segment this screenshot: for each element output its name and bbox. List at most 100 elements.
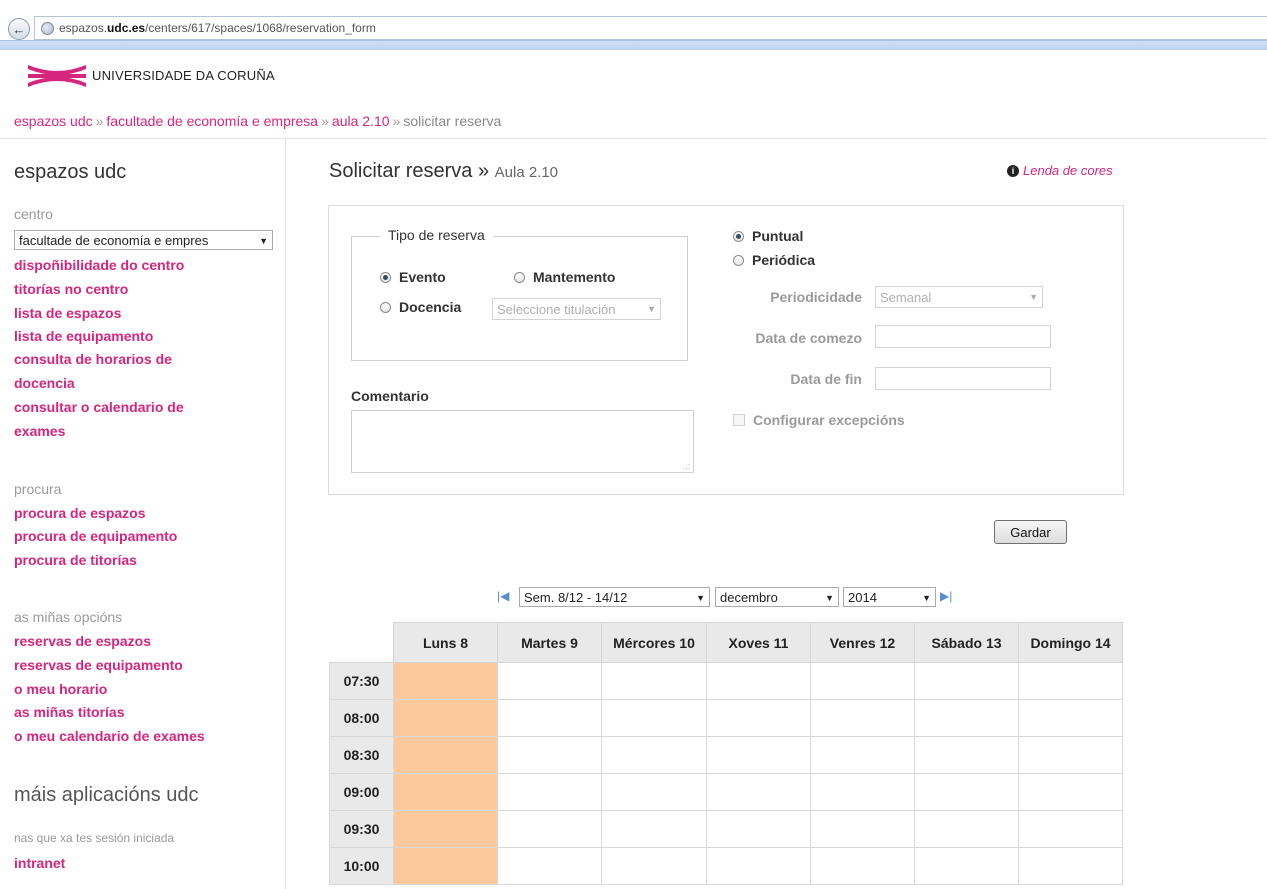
udc-logo-icon[interactable]	[26, 62, 88, 90]
colour-legend-link[interactable]: i Lenda de cores	[1007, 163, 1113, 178]
calendar-slot[interactable]	[601, 810, 707, 848]
calendar-slot[interactable]	[393, 736, 498, 774]
periodicity-select[interactable]: Semanal ▼	[875, 286, 1043, 308]
calendar-slot[interactable]	[601, 699, 707, 737]
week-select[interactable]: Sem. 8/12 - 14/12 ▼	[519, 587, 710, 607]
sidebar-link-tutorials[interactable]: titorías no centro	[14, 281, 128, 297]
calendar-slot[interactable]	[706, 847, 811, 885]
calendar-slot[interactable]	[706, 736, 811, 774]
day-header: Venres 12	[810, 622, 915, 663]
checkbox-icon[interactable]	[733, 414, 745, 426]
sidebar-link-timetable-cont[interactable]: docencia	[14, 375, 75, 391]
sidebar-link-equipment-list[interactable]: lista de equipamento	[14, 328, 153, 344]
sidebar-link-equipment-reservations[interactable]: reservas de equipamento	[14, 657, 183, 673]
sidebar-link-search-equipment[interactable]: procura de equipamento	[14, 528, 177, 544]
calendar-slot[interactable]	[706, 773, 811, 811]
calendar-slot[interactable]	[601, 736, 707, 774]
degree-select[interactable]: Seleccione titulación ▼	[492, 298, 661, 320]
calendar-slot[interactable]	[393, 699, 498, 737]
radio-unselected-icon[interactable]	[380, 301, 391, 313]
resize-grip-icon[interactable]: .::	[683, 462, 690, 471]
calendar-slot[interactable]	[914, 847, 1019, 885]
sidebar-link-timetable[interactable]: consulta de horarios de	[14, 351, 172, 367]
calendar-slot[interactable]	[1018, 699, 1123, 737]
calendar-slot[interactable]	[1018, 810, 1123, 848]
start-date-input[interactable]	[875, 325, 1051, 348]
year-select[interactable]: 2014 ▼	[843, 587, 936, 607]
sidebar-link-space-reservations[interactable]: reservas de espazos	[14, 633, 151, 649]
calendar-slot[interactable]	[497, 662, 602, 700]
save-button[interactable]: Gardar	[994, 520, 1067, 544]
calendar-slot[interactable]	[393, 810, 498, 848]
sidebar-more-apps-title: máis aplicacións udc	[14, 784, 199, 806]
calendar-slot[interactable]	[497, 773, 602, 811]
calendar-slot[interactable]	[497, 810, 602, 848]
sidebar-link-search-spaces[interactable]: procura de espazos	[14, 505, 146, 521]
sidebar-link-my-schedule[interactable]: o meu horario	[14, 681, 107, 697]
radio-selected-icon[interactable]	[733, 230, 744, 242]
sidebar-link-my-exams[interactable]: o meu calendario de exames	[14, 728, 205, 744]
end-date-input[interactable]	[875, 367, 1051, 390]
radio-periodica[interactable]: Periódica	[733, 252, 815, 268]
radio-puntual[interactable]: Puntual	[733, 228, 803, 244]
browser-bar: ← espazos.udc.es/centers/617/spaces/1068…	[0, 0, 1267, 50]
breadcrumb-link-home[interactable]: espazos udc	[14, 113, 93, 129]
calendar-slot[interactable]	[810, 810, 915, 848]
last-week-icon[interactable]: ▶|	[940, 589, 952, 603]
first-week-icon[interactable]: |◀	[497, 589, 509, 603]
calendar-slot[interactable]	[1018, 773, 1123, 811]
calendar-slot[interactable]	[810, 736, 915, 774]
calendar-slot[interactable]	[914, 662, 1019, 700]
calendar-slot[interactable]	[914, 699, 1019, 737]
breadcrumb-link-space[interactable]: aula 2.10	[332, 113, 390, 129]
calendar-slot[interactable]	[497, 847, 602, 885]
comment-textarea[interactable]: .::	[351, 410, 694, 473]
calendar-slot[interactable]	[810, 847, 915, 885]
calendar-slot[interactable]	[1018, 662, 1123, 700]
centre-select[interactable]: facultade de economía e empres ▼	[14, 230, 273, 250]
calendar-slot[interactable]	[810, 662, 915, 700]
radio-mantemento[interactable]: Mantemento	[514, 269, 615, 285]
calendar-slot[interactable]	[810, 773, 915, 811]
calendar-slot[interactable]	[810, 699, 915, 737]
month-select[interactable]: decembro ▼	[715, 587, 839, 607]
sidebar-link-exam-calendar-cont[interactable]: exames	[14, 423, 65, 439]
sidebar-link-intranet[interactable]: intranet	[14, 855, 65, 871]
calendar-slot[interactable]	[497, 699, 602, 737]
day-header: Luns 8	[393, 622, 498, 663]
calendar-slot[interactable]	[393, 773, 498, 811]
time-label: 08:30	[329, 736, 394, 774]
calendar-slot[interactable]	[914, 736, 1019, 774]
sidebar-link-spaces-list[interactable]: lista de espazos	[14, 305, 121, 321]
radio-docencia[interactable]: Docencia	[380, 299, 461, 315]
end-date-label: Data de fin	[790, 371, 862, 387]
calendar-slot[interactable]	[393, 847, 498, 885]
sidebar-link-availability[interactable]: dispoñibilidade do centro	[14, 257, 184, 273]
radio-unselected-icon[interactable]	[733, 254, 744, 266]
calendar-slot[interactable]	[1018, 847, 1123, 885]
radio-evento[interactable]: Evento	[380, 269, 446, 285]
sidebar-link-exam-calendar[interactable]: consultar o calendario de	[14, 399, 184, 415]
breadcrumb-link-centre[interactable]: facultade de economía e empresa	[106, 113, 318, 129]
back-arrow-icon[interactable]: ←	[8, 18, 30, 40]
radio-unselected-icon[interactable]	[514, 271, 525, 283]
start-date-label: Data de comezo	[755, 330, 862, 346]
calendar-row: 09:00	[329, 773, 1123, 811]
calendar-slot[interactable]	[497, 736, 602, 774]
calendar-slot[interactable]	[601, 662, 707, 700]
calendar-slot[interactable]	[601, 847, 707, 885]
reservation-type-legend: Tipo de reserva	[380, 227, 493, 243]
calendar-slot[interactable]	[706, 810, 811, 848]
calendar-slot[interactable]	[393, 662, 498, 700]
calendar-slot[interactable]	[914, 810, 1019, 848]
calendar-slot[interactable]	[706, 662, 811, 700]
sidebar-link-search-tutorials[interactable]: procura de titorías	[14, 552, 137, 568]
calendar-slot[interactable]	[706, 699, 811, 737]
calendar-slot[interactable]	[914, 773, 1019, 811]
sidebar-link-my-tutorials[interactable]: as miñas titorías	[14, 704, 125, 720]
address-bar[interactable]: espazos.udc.es/centers/617/spaces/1068/r…	[34, 16, 1267, 40]
calendar-slot[interactable]	[1018, 736, 1123, 774]
calendar-slot[interactable]	[601, 773, 707, 811]
exceptions-checkbox-row[interactable]: Configurar excepcións	[733, 412, 905, 428]
radio-selected-icon[interactable]	[380, 271, 391, 283]
